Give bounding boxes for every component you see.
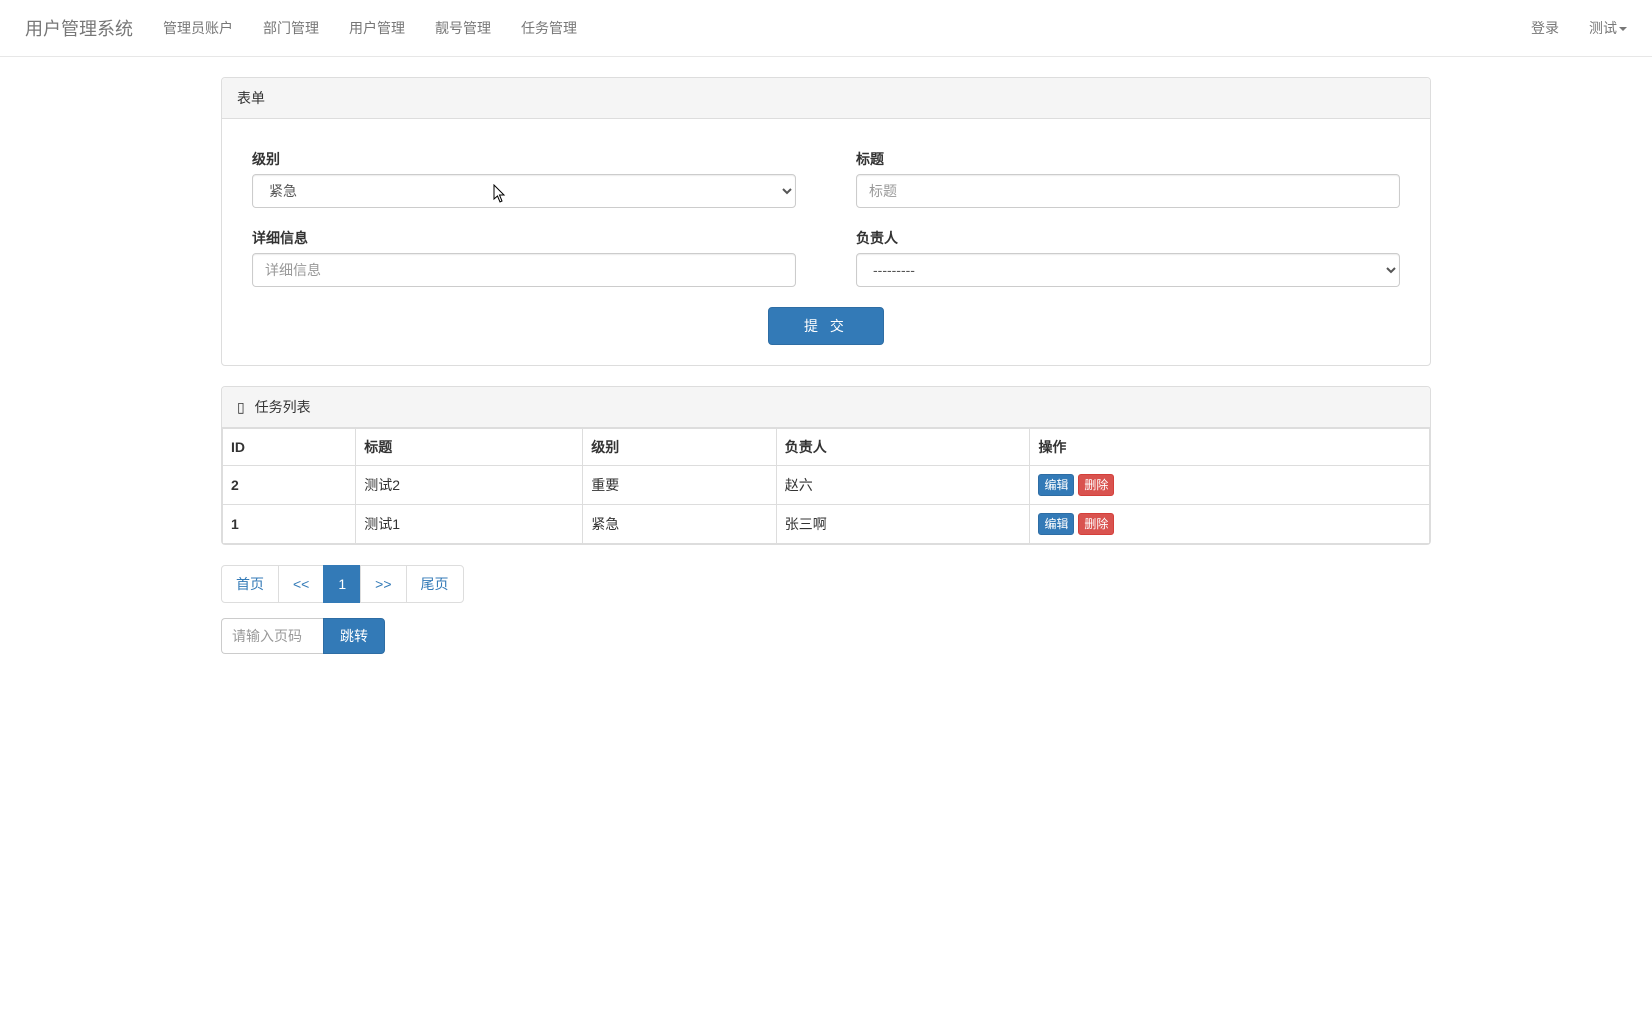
col-owner: 负责人 — [776, 429, 1030, 466]
task-table: ID 标题 级别 负责人 操作 2 测试2 重要 赵六 编辑 删除 — [222, 428, 1430, 544]
navbar-nav-left: 管理员账户 部门管理 用户管理 靓号管理 任务管理 — [148, 3, 592, 53]
nav-task-mgmt[interactable]: 任务管理 — [506, 3, 592, 53]
edit-button[interactable]: 编辑 — [1038, 474, 1074, 496]
pagination-wrap: 首页 << 1 >> 尾页 跳转 — [221, 565, 1431, 654]
pagination: 首页 << 1 >> 尾页 — [221, 565, 464, 603]
col-title: 标题 — [356, 429, 583, 466]
navbar-brand[interactable]: 用户管理系统 — [10, 0, 148, 56]
owner-select[interactable]: --------- — [856, 253, 1400, 287]
detail-input[interactable] — [252, 253, 796, 287]
page-jump: 跳转 — [221, 618, 1431, 654]
nav-department-mgmt[interactable]: 部门管理 — [248, 3, 334, 53]
cell-title: 测试1 — [356, 505, 583, 544]
level-select[interactable]: 紧急 — [252, 174, 796, 208]
nav-user-dropdown-label: 测试 — [1589, 20, 1617, 36]
page-next[interactable]: >> — [360, 565, 406, 603]
delete-button[interactable]: 删除 — [1078, 513, 1114, 535]
navbar-nav-right: 登录 测试 — [1516, 3, 1642, 53]
col-actions: 操作 — [1030, 429, 1430, 466]
list-icon: ▯ — [237, 401, 245, 416]
col-level: 级别 — [583, 429, 776, 466]
table-row: 2 测试2 重要 赵六 编辑 删除 — [223, 466, 1430, 505]
delete-button[interactable]: 删除 — [1078, 474, 1114, 496]
page-first[interactable]: 首页 — [221, 565, 279, 603]
list-panel-title: 任务列表 — [255, 399, 311, 415]
nav-user-dropdown[interactable]: 测试 — [1574, 3, 1642, 53]
form-panel: 表单 级别 紧急 标题 详细信息 — [221, 77, 1431, 366]
detail-label: 详细信息 — [252, 228, 796, 248]
cell-level: 紧急 — [583, 505, 776, 544]
form-panel-heading: 表单 — [222, 78, 1430, 119]
cell-id: 1 — [223, 505, 356, 544]
nav-admin-accounts[interactable]: 管理员账户 — [148, 3, 248, 53]
page-last[interactable]: 尾页 — [406, 565, 464, 603]
nav-user-mgmt[interactable]: 用户管理 — [334, 3, 420, 53]
cell-owner: 张三啊 — [776, 505, 1030, 544]
cell-title: 测试2 — [356, 466, 583, 505]
submit-button[interactable]: 提 交 — [768, 307, 884, 345]
col-id: ID — [223, 429, 356, 466]
list-panel: ▯ 任务列表 ID 标题 级别 负责人 操作 2 测试2 重要 赵六 — [221, 386, 1431, 545]
edit-button[interactable]: 编辑 — [1038, 513, 1074, 535]
table-row: 1 测试1 紧急 张三啊 编辑 删除 — [223, 505, 1430, 544]
title-input[interactable] — [856, 174, 1400, 208]
level-label: 级别 — [252, 149, 796, 169]
navbar: 用户管理系统 管理员账户 部门管理 用户管理 靓号管理 任务管理 登录 测试 — [0, 0, 1652, 57]
page-prev[interactable]: << — [278, 565, 324, 603]
cell-actions: 编辑 删除 — [1030, 466, 1430, 505]
chevron-down-icon — [1619, 27, 1627, 31]
title-label: 标题 — [856, 149, 1400, 169]
page-jump-input[interactable] — [221, 618, 323, 654]
cell-level: 重要 — [583, 466, 776, 505]
cell-id: 2 — [223, 466, 356, 505]
list-panel-heading: ▯ 任务列表 — [222, 387, 1430, 428]
page-jump-button[interactable]: 跳转 — [323, 618, 385, 654]
owner-label: 负责人 — [856, 228, 1400, 248]
nav-login[interactable]: 登录 — [1516, 3, 1574, 53]
cell-owner: 赵六 — [776, 466, 1030, 505]
cell-actions: 编辑 删除 — [1030, 505, 1430, 544]
page-current[interactable]: 1 — [323, 565, 361, 603]
nav-pretty-number-mgmt[interactable]: 靓号管理 — [420, 3, 506, 53]
